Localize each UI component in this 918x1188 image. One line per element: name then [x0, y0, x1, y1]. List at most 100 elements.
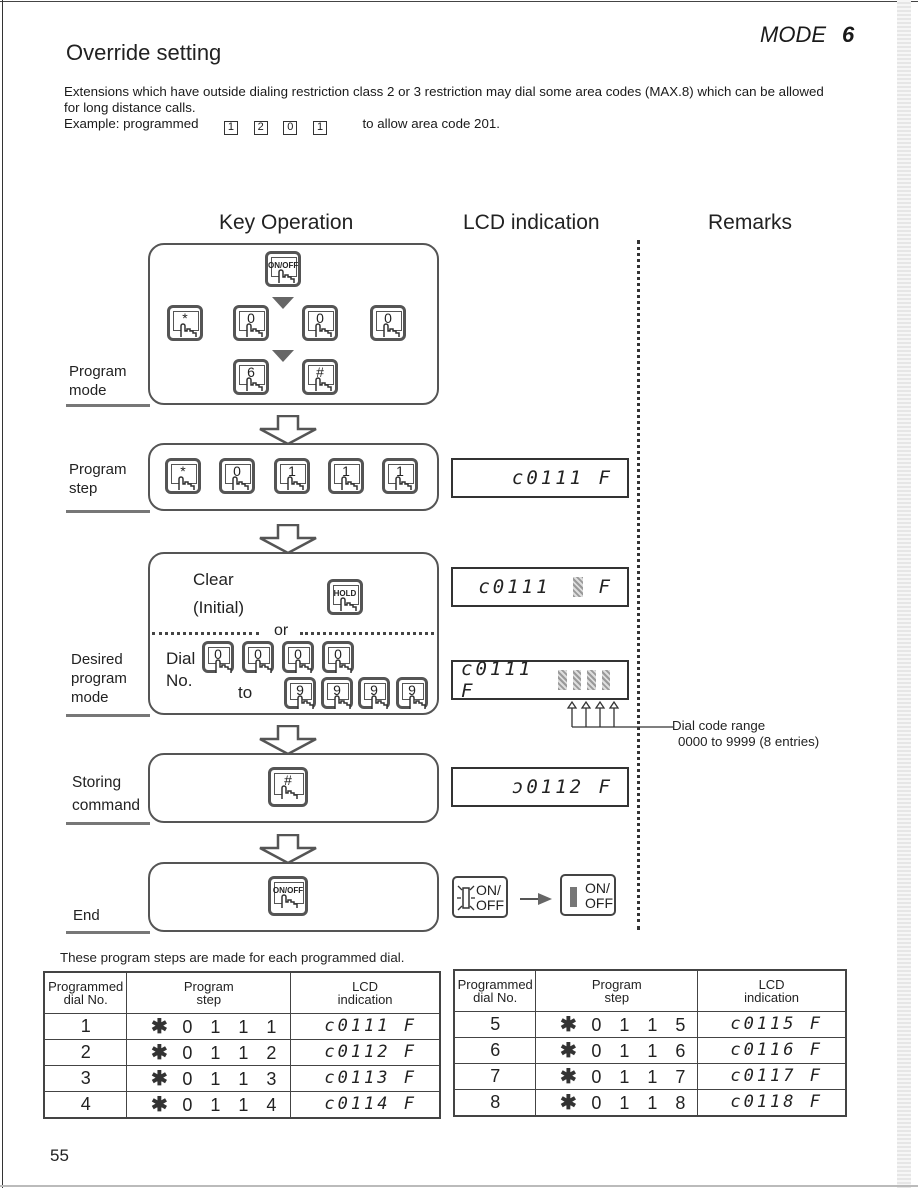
clear-label: Clear [193, 570, 234, 589]
step-digit: 8 [675, 1092, 686, 1113]
key-star[interactable]: * [165, 458, 201, 494]
or-label: or [274, 622, 289, 639]
end-baseline [66, 931, 150, 934]
page-border-top [0, 1, 918, 2]
program-mode-label-line1: Program [69, 363, 127, 380]
desired-label-line2: program [71, 670, 127, 687]
finger-press-icon [332, 695, 352, 709]
key-9[interactable]: 9 [321, 677, 353, 709]
star-key-symbol: ✱ [560, 1065, 577, 1088]
key-0[interactable]: 0 [202, 641, 234, 673]
dial-number-cell: 4 [43, 1090, 128, 1118]
storing-label-line2: command [72, 797, 141, 814]
lcd-clear-text: c0111 [478, 576, 551, 598]
storing-command-label: Storing command [72, 771, 140, 817]
program-step-cell: ✱ 0 1 1 6 [535, 1036, 699, 1064]
program-step-cell: ✱ 0 1 1 5 [535, 1010, 699, 1038]
finger-press-icon [295, 695, 315, 709]
finger-press-icon [369, 695, 389, 709]
step-digit: 1 [619, 1014, 630, 1035]
or-divider-left [152, 632, 259, 635]
program-step-label-line1: Program [69, 461, 127, 478]
key-0[interactable]: 0 [370, 305, 406, 341]
programmed-dial-table-left: Programmed dial No. Program step LCD indica… [43, 971, 441, 1119]
dial-number-cell: 2 [43, 1038, 128, 1066]
initial-label: (Initial) [193, 598, 245, 617]
key-0[interactable]: 0 [302, 305, 338, 341]
lcd-storing: ɔ0112 F [451, 767, 629, 807]
flow-arrow-icon [258, 834, 318, 864]
dial-code-range-pointer [566, 700, 673, 728]
arrow-down-icon [272, 350, 294, 362]
star-key-symbol: ✱ [151, 1041, 168, 1064]
finger-press-icon [313, 323, 333, 337]
key-on-off[interactable]: ON/OFF [265, 251, 301, 287]
key-0[interactable]: 0 [282, 641, 314, 673]
page-border-left [2, 0, 3, 1188]
finger-press-icon [176, 476, 196, 490]
no-label: No. [166, 671, 193, 690]
dial-number-cell: 7 [453, 1062, 537, 1090]
storing-baseline [66, 822, 150, 825]
finger-press-icon [253, 659, 273, 673]
key-hash[interactable]: # [268, 767, 308, 807]
key-6[interactable]: 6 [233, 359, 269, 395]
step-digit: 1 [210, 1068, 221, 1089]
key-hold[interactable]: HOLD [327, 579, 363, 615]
key-1[interactable]: 1 [274, 458, 310, 494]
key-hash[interactable]: # [302, 359, 338, 395]
star-key-symbol: ✱ [151, 1067, 168, 1090]
step-digit: 2 [266, 1042, 277, 1063]
step-digit: 0 [591, 1092, 602, 1113]
table-header-row: Programmed dial No. Program step LCD indica… [43, 971, 441, 1014]
lcd-shaded-segment [558, 670, 567, 690]
key-0[interactable]: 0 [242, 641, 274, 673]
key-9[interactable]: 9 [358, 677, 390, 709]
program-step-baseline [66, 510, 150, 513]
desired-program-mode-label: Desired program mode [71, 650, 127, 707]
lcd-dial: c0111 F [451, 658, 629, 702]
key-9[interactable]: 9 [396, 677, 428, 709]
finger-press-icon [279, 785, 299, 799]
star-key-symbol: ✱ [560, 1091, 577, 1114]
key-1[interactable]: 1 [382, 458, 418, 494]
step-digit: 0 [182, 1016, 193, 1037]
step-digit: 1 [266, 1016, 277, 1037]
dial-code-range-label: Dial code range [672, 718, 766, 733]
key-star[interactable]: * [167, 305, 203, 341]
table-header-row: Programmed dial No. Program step LCD indica… [453, 969, 847, 1012]
table-row: 2 ✱ 0 1 1 2 c0112 F [43, 1038, 441, 1066]
key-on-off[interactable]: ON/OFF [268, 876, 308, 916]
indicator-on-label: ON/ [476, 882, 501, 898]
key-0[interactable]: 0 [219, 458, 255, 494]
program-step-cell: ✱ 0 1 1 7 [535, 1062, 699, 1090]
step-digit: 1 [619, 1040, 630, 1061]
program-step-cell: ✱ 0 1 1 3 [126, 1064, 292, 1092]
step-digit: 0 [182, 1068, 193, 1089]
table-note: These program steps are made for each pr… [60, 950, 405, 965]
flow-arrow-icon [258, 524, 318, 554]
step-digit: 0 [182, 1094, 193, 1115]
dial-code-range-note: Dial code range 0000 to 9999 (8 entries) [672, 718, 819, 750]
star-key-symbol: ✱ [151, 1093, 168, 1116]
key-0[interactable]: 0 [233, 305, 269, 341]
lcd-shaded-segment [587, 670, 596, 690]
table-row: 4 ✱ 0 1 1 4 c0114 F [43, 1090, 441, 1118]
step-digit: 1 [210, 1042, 221, 1063]
programmed-dial-table-right: Programmed dial No. Program step LCD indica… [453, 969, 847, 1117]
finger-press-icon [244, 377, 264, 391]
step-digit: 1 [238, 1016, 249, 1037]
lcd-shaded-segment [601, 670, 610, 690]
desired-mode-baseline [66, 714, 150, 717]
end-label: End [73, 907, 100, 924]
header-lcd: LCD indication [697, 969, 847, 1012]
lcd-indication-cell: c0111 F [290, 1012, 441, 1040]
step-digit: 0 [591, 1040, 602, 1061]
lcd-indication-cell: c0114 F [290, 1090, 441, 1118]
key-1[interactable]: 1 [328, 458, 364, 494]
lcd-dial-text: c0111 F [461, 658, 534, 702]
key-9[interactable]: 9 [284, 677, 316, 709]
column-divider [637, 240, 640, 930]
lcd-shaded-segment [572, 670, 582, 690]
key-0[interactable]: 0 [322, 641, 354, 673]
